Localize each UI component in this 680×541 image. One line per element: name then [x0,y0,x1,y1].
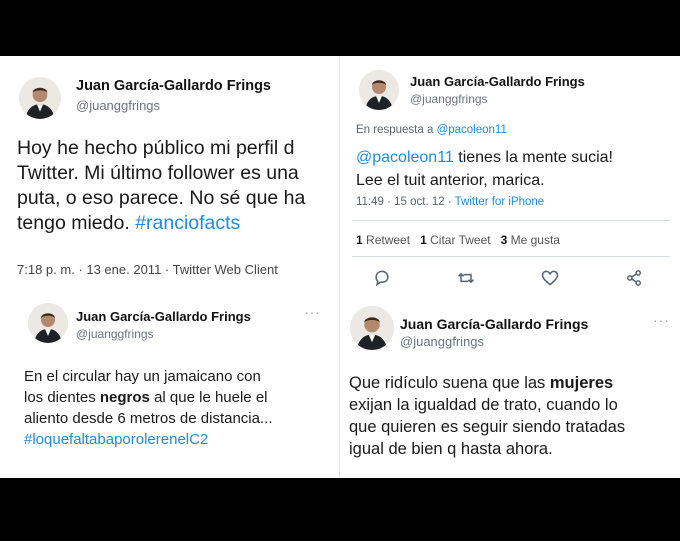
hashtag-link[interactable]: #loquefaltabaporolerenelC2 [24,429,272,450]
client-link[interactable]: Twitter for iPhone [455,196,544,208]
profile-photo-icon [19,77,61,119]
display-name[interactable]: Juan García-Gallardo Frings [76,309,251,324]
tweet-timestamp: 11:49 · 15 oct. 12 · Twitter for iPhone [356,196,544,208]
profile-photo-icon [28,303,68,343]
retweet-label: Retweet [366,233,411,247]
tweet-text-line-1: Que ridículo suena que las mujeres [349,372,625,394]
timestamp-text[interactable]: 11:49 · 15 oct. 12 · [356,196,455,208]
tweet-timestamp[interactable]: 7:18 p. m. · 13 ene. 2011 · Twitter Web … [17,262,278,277]
username-handle[interactable]: @juanggfrings [400,334,484,349]
reply-icon[interactable] [372,268,392,288]
tweet-text-span: Que ridículo suena que las [349,374,550,392]
tweet-text-span: tengo miedo. [17,212,130,234]
collage-canvas: Juan García-Gallardo Frings @juanggfring… [0,56,680,478]
display-name[interactable]: Juan García-Gallardo Frings [410,74,585,89]
retweet-stat[interactable]: 1 Retweet [356,233,410,247]
share-icon[interactable] [624,268,644,288]
quote-count: 1 [420,233,427,247]
tweet-card-reply[interactable]: Juan García-Gallardo Frings @juanggfring… [342,56,680,294]
divider [352,220,670,221]
avatar[interactable] [350,306,394,350]
more-options-icon[interactable]: ··· [653,312,670,328]
reply-context: En respuesta a @pacoleon11 [356,124,507,136]
tweet-card-circular[interactable]: Juan García-Gallardo Frings @juanggfring… [0,296,338,478]
more-options-icon[interactable]: ··· [304,304,321,320]
tweet-card-mujeres[interactable]: Juan García-Gallardo Frings @juanggfring… [340,296,680,478]
like-icon[interactable] [540,268,560,288]
retweet-icon[interactable] [456,268,476,288]
divider [352,256,670,257]
quote-stat[interactable]: 1 Citar Tweet [420,233,491,247]
tweet-text: En el circular hay un jamaicano con los … [24,366,272,450]
mention-link[interactable]: @pacoleon11 [356,149,454,166]
avatar[interactable] [28,303,68,343]
tweet-text-line-4: tengo miedo. #ranciofacts [17,211,305,236]
tweet-text: @pacoleon11 tienes la mente sucia! Lee e… [356,146,613,192]
display-name[interactable]: Juan García-Gallardo Frings [76,78,271,94]
like-count: 3 [500,233,508,247]
retweet-count: 1 [356,233,363,247]
hashtag-link[interactable]: #ranciofacts [135,212,240,234]
avatar[interactable] [359,70,399,110]
tweet-text-line-2: los dientes negros al que le huele el [24,387,272,408]
profile-photo-icon [350,306,394,350]
tweet-text: Que ridículo suena que las mujeres exija… [349,372,625,460]
action-bar [372,268,644,288]
bold-word: negros [99,389,150,406]
tweet-text-line-1: @pacoleon11 tienes la mente sucia! [356,146,613,169]
like-stat[interactable]: 3 Me gusta [501,233,560,247]
tweet-text-line-3: puta, o eso parece. No sé que ha [17,187,306,209]
tweet-text-span: los dientes [24,389,100,406]
username-handle[interactable]: @juanggfrings [76,327,154,341]
display-name[interactable]: Juan García-Gallardo Frings [400,316,588,332]
tweet-text-line-3: que quieren es seguir siendo tratadas [349,418,626,436]
bold-word: mujeres [549,374,614,392]
profile-photo-icon [359,70,399,110]
tweet-text-line-2: Lee el tuit anterior, marica. [356,172,545,189]
username-handle[interactable]: @juanggfrings [410,92,488,106]
engagement-stats: 1 Retweet 1 Citar Tweet 3 Me gusta [356,233,560,247]
tweet-text-span: al que le huele el [149,389,268,406]
reply-prefix: En respuesta a [356,124,434,136]
tweet-text-span: tienes la mente sucia! [453,149,613,166]
tweet-text-line-4: igual de bien q hasta ahora. [349,440,553,458]
tweet-text-line-2: Twitter. Mi último follower es una [17,162,299,184]
tweet-card-ranciofacts[interactable]: Juan García-Gallardo Frings @juanggfring… [0,56,338,294]
tweet-text-line-1: En el circular hay un jamaicano con [24,368,261,385]
like-label: Me gusta [510,233,560,247]
tweet-text: Hoy he hecho público mi perfil d Twitter… [17,136,305,236]
reply-to-link[interactable]: @pacoleon11 [437,124,507,136]
tweet-text-line-2: exijan la igualdad de trato, cuando lo [349,396,618,414]
tweet-text-line-3: aliento desde 6 metros de distancia... [24,410,273,427]
username-handle[interactable]: @juanggfrings [76,98,160,113]
tweet-text-line-1: Hoy he hecho público mi perfil d [17,137,295,159]
avatar[interactable] [19,77,61,119]
quote-label: Citar Tweet [430,233,491,247]
